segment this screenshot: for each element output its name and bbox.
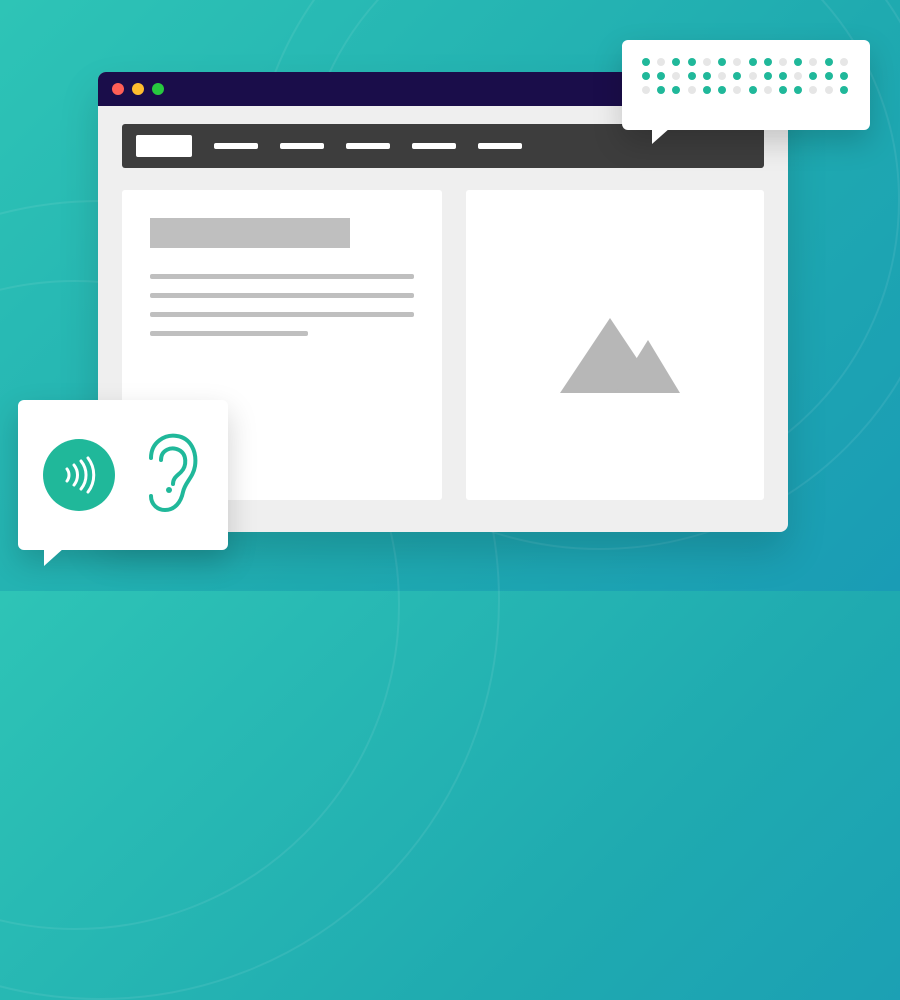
ear-icon bbox=[133, 430, 203, 521]
braille-dots-icon bbox=[642, 58, 850, 95]
close-icon[interactable] bbox=[112, 83, 124, 95]
minimize-icon[interactable] bbox=[132, 83, 144, 95]
image-card bbox=[466, 190, 764, 500]
nav-link[interactable] bbox=[214, 143, 258, 149]
text-line bbox=[150, 274, 414, 279]
maximize-icon[interactable] bbox=[152, 83, 164, 95]
image-placeholder-icon bbox=[520, 278, 710, 413]
heading-placeholder bbox=[150, 218, 350, 248]
braille-bubble bbox=[622, 40, 870, 130]
sound-waves-icon bbox=[43, 439, 115, 511]
audio-bubble bbox=[18, 400, 228, 550]
nav-link[interactable] bbox=[412, 143, 456, 149]
text-line bbox=[150, 331, 308, 336]
nav-link[interactable] bbox=[478, 143, 522, 149]
text-line bbox=[150, 293, 414, 298]
nav-link[interactable] bbox=[280, 143, 324, 149]
text-line bbox=[150, 312, 414, 317]
logo[interactable] bbox=[136, 135, 192, 157]
nav-link[interactable] bbox=[346, 143, 390, 149]
